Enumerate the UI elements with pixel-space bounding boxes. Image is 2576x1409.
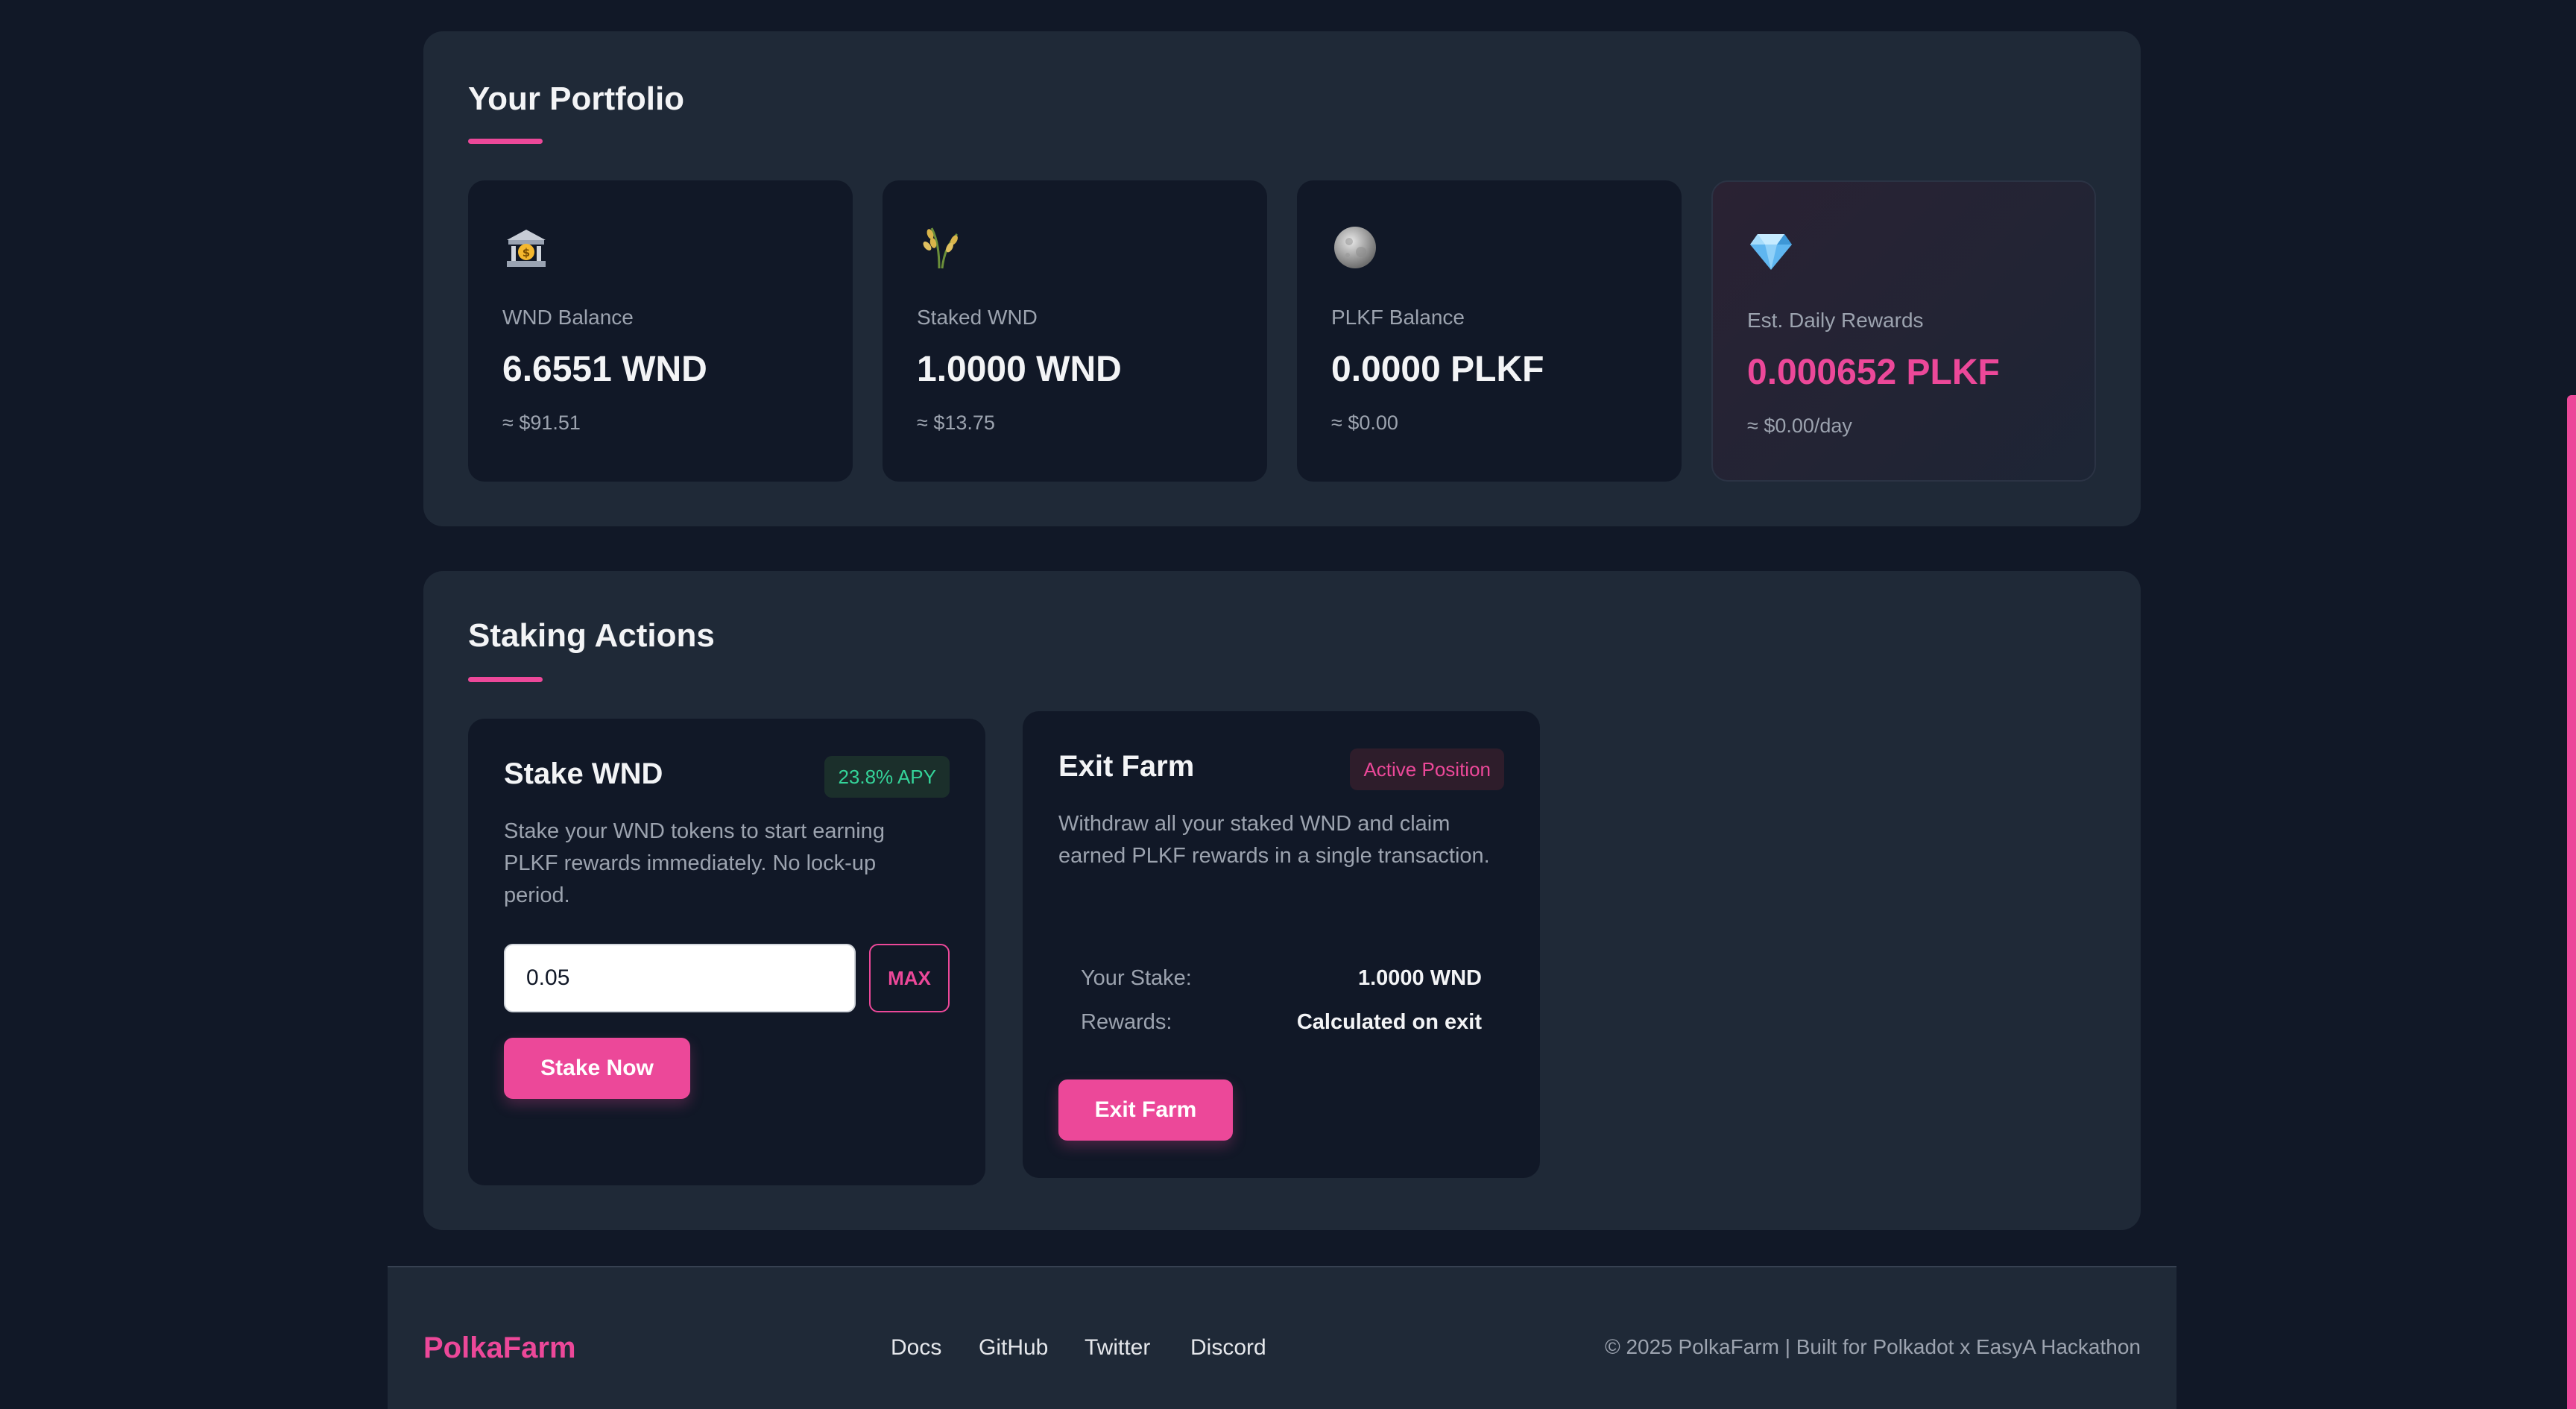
- stake-row-label: Your Stake:: [1081, 966, 1192, 990]
- footer-link-github[interactable]: GitHub: [979, 1335, 1048, 1361]
- plkf-balance-card: PLKF Balance 0.0000 PLKF ≈ $0.00: [1297, 180, 1682, 482]
- stake-card: Stake WND 23.8% APY Stake your WND token…: [468, 719, 985, 1185]
- stake-card-title: Stake WND: [504, 757, 663, 790]
- svg-text:$: $: [523, 246, 530, 259]
- footer-link-discord[interactable]: Discord: [1190, 1335, 1266, 1361]
- stat-label: WND Balance: [502, 306, 634, 329]
- stat-value: 6.6551 WND: [502, 350, 707, 389]
- footer: PolkaFarm Docs GitHub Twitter Discord © …: [388, 1266, 2176, 1409]
- scrollbar[interactable]: [2567, 395, 2576, 1409]
- active-position-badge: Active Position: [1350, 748, 1504, 790]
- portfolio-title: Your Portfolio: [468, 81, 685, 117]
- stat-usd-value: ≈ $13.75: [917, 412, 995, 434]
- stat-usd-value: ≈ $0.00: [1331, 412, 1398, 434]
- stat-label: Staked WND: [917, 306, 1038, 329]
- exit-card-title: Exit Farm: [1058, 750, 1195, 783]
- stat-value: 0.000652 PLKF: [1747, 353, 2000, 392]
- stat-value: 0.0000 PLKF: [1331, 350, 1544, 389]
- stake-row-value: 1.0000 WND: [1357, 966, 1482, 990]
- staked-wnd-card: Staked WND 1.0000 WND ≈ $13.75: [883, 180, 1267, 482]
- portfolio-section: Your Portfolio $ WND Balance 6.6551 WND …: [423, 31, 2141, 526]
- title-underline: [468, 139, 543, 144]
- stat-usd-value: ≈ $0.00/day: [1747, 414, 1852, 437]
- footer-copyright: © 2025 PolkaFarm | Built for Polkadot x …: [1605, 1335, 2141, 1358]
- gem-icon: [1750, 234, 1792, 270]
- stake-amount-input[interactable]: [504, 944, 856, 1012]
- stake-description: Stake your WND tokens to start earning P…: [504, 819, 885, 907]
- wnd-balance-card: $ WND Balance 6.6551 WND ≈ $91.51: [468, 180, 853, 482]
- title-underline: [468, 677, 543, 682]
- exit-farm-button[interactable]: Exit Farm: [1058, 1079, 1233, 1141]
- max-button[interactable]: MAX: [869, 944, 950, 1012]
- footer-link-twitter[interactable]: Twitter: [1085, 1335, 1150, 1361]
- rewards-row-value: Calculated on exit: [1296, 1010, 1482, 1034]
- stat-label: Est. Daily Rewards: [1747, 309, 1924, 332]
- moon-icon: [1334, 227, 1376, 268]
- stat-value: 1.0000 WND: [917, 350, 1122, 389]
- page: Your Portfolio $ WND Balance 6.6551 WND …: [0, 0, 2576, 1409]
- apy-badge: 23.8% APY: [824, 756, 950, 798]
- stake-now-button[interactable]: Stake Now: [504, 1038, 690, 1099]
- rewards-row-label: Rewards:: [1081, 1010, 1172, 1034]
- daily-rewards-card: Est. Daily Rewards 0.000652 PLKF ≈ $0.00…: [1711, 180, 2096, 482]
- exit-farm-card: Exit Farm Active Position Withdraw all y…: [1023, 711, 1540, 1178]
- stat-label: PLKF Balance: [1331, 306, 1465, 329]
- staking-section: Staking Actions Stake WND 23.8% APY Stak…: [423, 571, 2141, 1230]
- stat-usd-value: ≈ $91.51: [502, 412, 581, 434]
- rice-icon: [923, 227, 959, 269]
- bank-icon: $: [507, 230, 546, 267]
- exit-description: Withdraw all your staked WND and claim e…: [1058, 812, 1490, 868]
- footer-link-docs[interactable]: Docs: [891, 1335, 941, 1361]
- staking-title: Staking Actions: [468, 617, 715, 654]
- footer-logo[interactable]: PolkaFarm: [423, 1331, 576, 1365]
